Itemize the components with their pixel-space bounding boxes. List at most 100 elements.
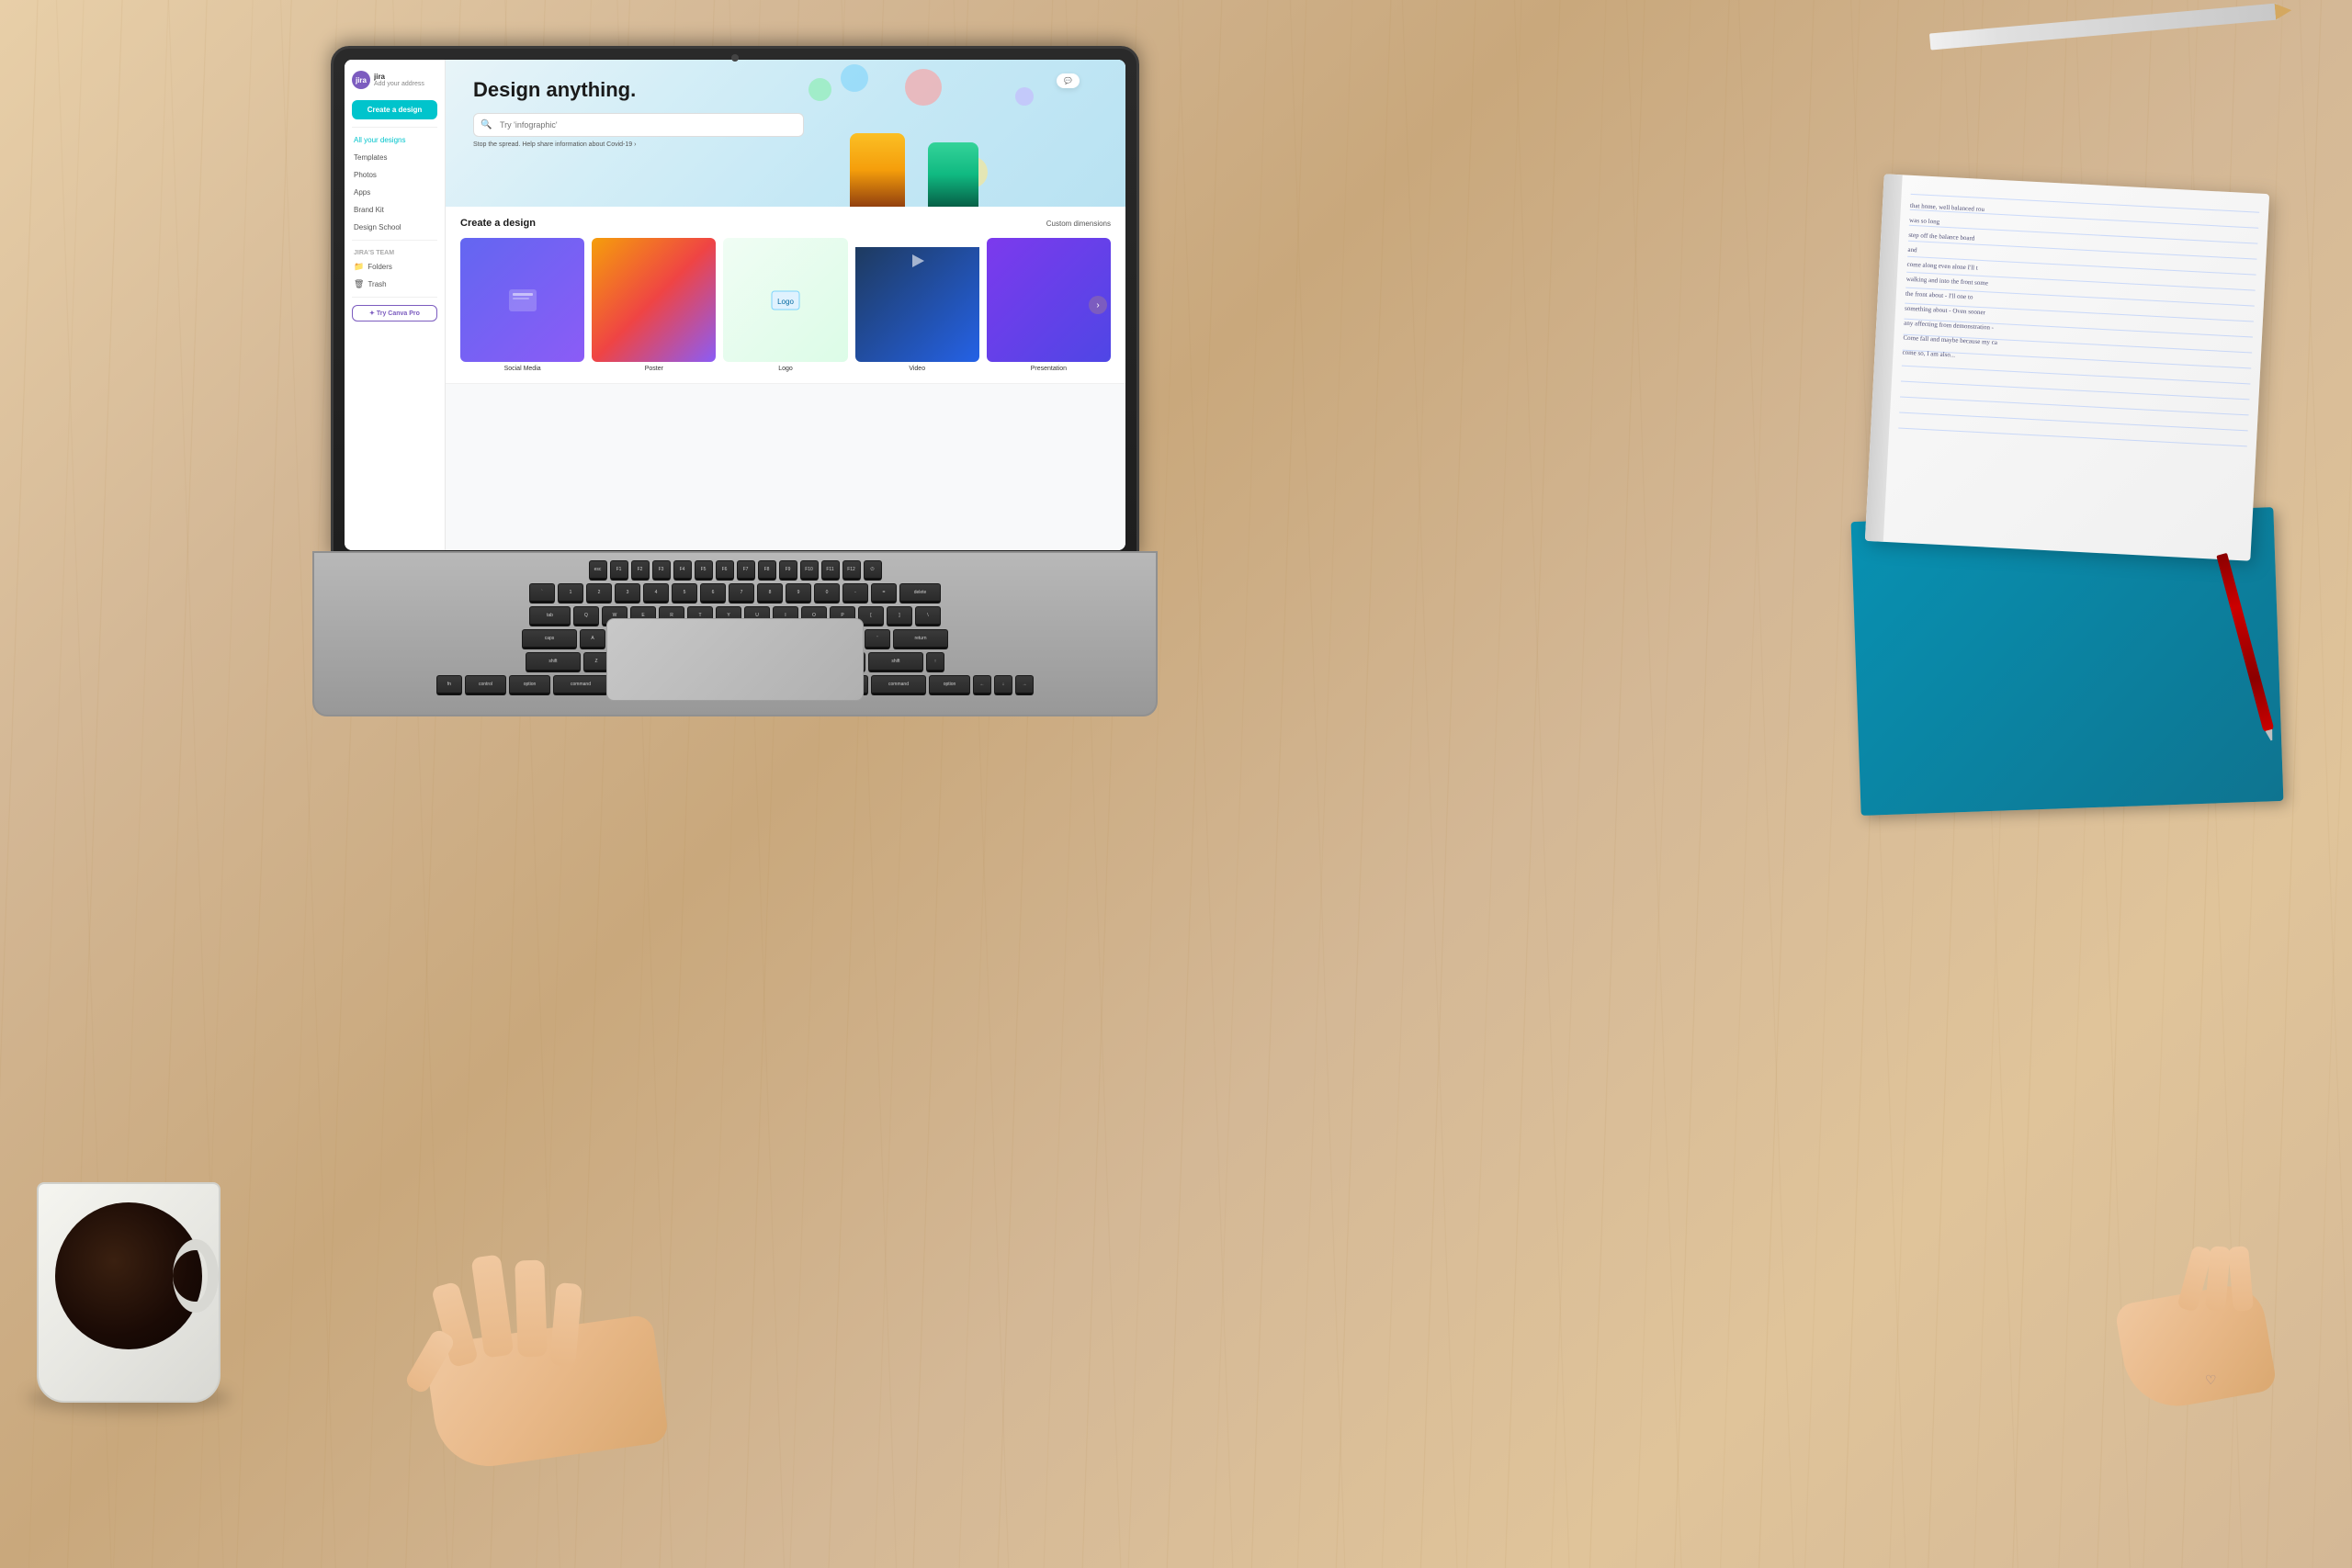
key-f6[interactable]: F6 <box>716 560 734 581</box>
notebooks: that home, well balanced rou was so long… <box>1856 184 2297 808</box>
create-design-button[interactable]: Create a design <box>352 100 437 119</box>
svg-text:Logo: Logo <box>777 298 794 306</box>
key-shift-r[interactable]: shift <box>868 652 923 672</box>
template-thumb-poster <box>592 238 716 362</box>
key-f12[interactable]: F12 <box>842 560 861 581</box>
search-icon: 🔍 <box>481 120 492 130</box>
key-f7[interactable]: F7 <box>737 560 755 581</box>
key-equals[interactable]: = <box>871 583 897 604</box>
key-quote[interactable]: ' <box>865 629 890 649</box>
key-command-l[interactable]: command <box>553 675 608 695</box>
template-label-social: Social Media <box>504 366 541 372</box>
key-q[interactable]: Q <box>573 606 599 626</box>
key-a[interactable]: A <box>580 629 605 649</box>
user-avatar: jira <box>352 71 370 89</box>
cup-body <box>37 1182 220 1403</box>
search-input[interactable] <box>473 113 804 137</box>
key-caps[interactable]: caps <box>522 629 577 649</box>
key-f10[interactable]: F10 <box>800 560 819 581</box>
sidebar-item-folders[interactable]: 📁 Folders <box>345 258 445 276</box>
key-3[interactable]: 3 <box>615 583 640 604</box>
coffee-cup <box>18 1155 257 1403</box>
key-row-function: esc F1 F2 F3 F4 F5 F6 F7 F8 F9 F10 F11 F… <box>323 560 1147 581</box>
key-fn[interactable]: fn <box>436 675 462 695</box>
next-button[interactable]: › <box>1089 296 1107 314</box>
notebook-line <box>1899 412 2248 432</box>
key-f11[interactable]: F11 <box>821 560 840 581</box>
template-card-video[interactable]: Video <box>855 238 979 372</box>
custom-dimensions-button[interactable]: Custom dimensions <box>1046 220 1111 228</box>
key-f9[interactable]: F9 <box>779 560 797 581</box>
key-9[interactable]: 9 <box>786 583 811 604</box>
sidebar-item-photos[interactable]: Photos <box>345 166 445 184</box>
heart-tattoo: ♡ <box>2205 1372 2223 1389</box>
key-backtick[interactable]: ` <box>529 583 555 604</box>
key-minus[interactable]: - <box>842 583 868 604</box>
key-8[interactable]: 8 <box>757 583 783 604</box>
laptop-screen: jira jira Add your address Create a desi… <box>345 60 1125 550</box>
try-pro-button[interactable]: ✦ Try Canva Pro <box>352 305 437 321</box>
canva-sidebar: jira jira Add your address Create a desi… <box>345 60 446 550</box>
key-option-r[interactable]: option <box>929 675 970 695</box>
create-section-title: Create a design <box>460 218 536 229</box>
hero-banner: Design anything. 🔍 Stop the spread. Help… <box>446 60 1125 207</box>
template-card-logo[interactable]: Logo Logo <box>723 238 847 372</box>
key-tab[interactable]: tab <box>529 606 571 626</box>
key-up[interactable]: ↑ <box>926 652 944 672</box>
sidebar-item-apps[interactable]: Apps <box>345 184 445 201</box>
key-down[interactable]: ↓ <box>994 675 1012 695</box>
laptop: jira jira Add your address Create a desi… <box>294 46 1176 762</box>
key-f1[interactable]: F1 <box>610 560 628 581</box>
notebook-handwriting: that home, well balanced rou was so long… <box>1902 198 2255 378</box>
team-label: jira's team <box>345 244 445 258</box>
sidebar-item-all-designs[interactable]: All your designs <box>345 131 445 149</box>
template-label-poster: Poster <box>645 366 663 372</box>
key-z[interactable]: Z <box>583 652 609 672</box>
writing-hand: ♡ <box>2049 1127 2278 1403</box>
key-f2[interactable]: F2 <box>631 560 650 581</box>
key-f8[interactable]: F8 <box>758 560 776 581</box>
key-command-r[interactable]: command <box>871 675 926 695</box>
trackpad[interactable] <box>606 618 864 701</box>
key-f5[interactable]: F5 <box>695 560 713 581</box>
user-profile-area[interactable]: jira jira Add your address <box>345 67 445 93</box>
template-label-logo: Logo <box>778 366 793 372</box>
key-f4[interactable]: F4 <box>673 560 692 581</box>
key-0[interactable]: 0 <box>814 583 840 604</box>
key-power[interactable]: ⏻ <box>864 560 882 581</box>
key-option[interactable]: option <box>509 675 550 695</box>
key-6[interactable]: 6 <box>700 583 726 604</box>
key-5[interactable]: 5 <box>672 583 697 604</box>
key-esc[interactable]: esc <box>589 560 607 581</box>
key-7[interactable]: 7 <box>729 583 754 604</box>
key-right[interactable]: → <box>1015 675 1034 695</box>
key-2[interactable]: 2 <box>586 583 612 604</box>
key-control[interactable]: control <box>465 675 506 695</box>
key-bracket-r[interactable]: ] <box>887 606 912 626</box>
template-card-poster[interactable]: Poster <box>592 238 716 372</box>
sidebar-item-design-school[interactable]: Design School <box>345 219 445 236</box>
sidebar-item-templates[interactable]: Templates <box>345 149 445 166</box>
key-backslash[interactable]: \ <box>915 606 941 626</box>
key-1[interactable]: 1 <box>558 583 583 604</box>
template-label-video: Video <box>909 366 925 372</box>
key-left[interactable]: ← <box>973 675 991 695</box>
create-section-header: Create a design Custom dimensions <box>460 218 1111 229</box>
user-info: jira Add your address <box>374 73 437 87</box>
notebook-line <box>1898 427 2247 446</box>
search-bar[interactable]: 🔍 <box>473 113 804 137</box>
canva-app: jira jira Add your address Create a desi… <box>345 60 1125 550</box>
template-card-social-media[interactable]: Social Media <box>460 238 584 372</box>
canva-main: Design anything. 🔍 Stop the spread. Help… <box>446 60 1125 550</box>
sidebar-item-trash[interactable]: 🗑 Trash <box>345 276 445 293</box>
covid-notice[interactable]: Stop the spread. Help share information … <box>473 141 1098 148</box>
template-label-presentation: Presentation <box>1031 366 1067 372</box>
key-return[interactable]: return <box>893 629 948 649</box>
key-4[interactable]: 4 <box>643 583 669 604</box>
sidebar-item-brand-kit[interactable]: Brand Kit <box>345 201 445 219</box>
notebook-line <box>1901 381 2250 400</box>
key-row-numbers: ` 1 2 3 4 5 6 7 8 9 0 - = delete <box>323 583 1147 604</box>
key-shift-l[interactable]: shift <box>526 652 581 672</box>
key-f3[interactable]: F3 <box>652 560 671 581</box>
key-delete[interactable]: delete <box>899 583 941 604</box>
